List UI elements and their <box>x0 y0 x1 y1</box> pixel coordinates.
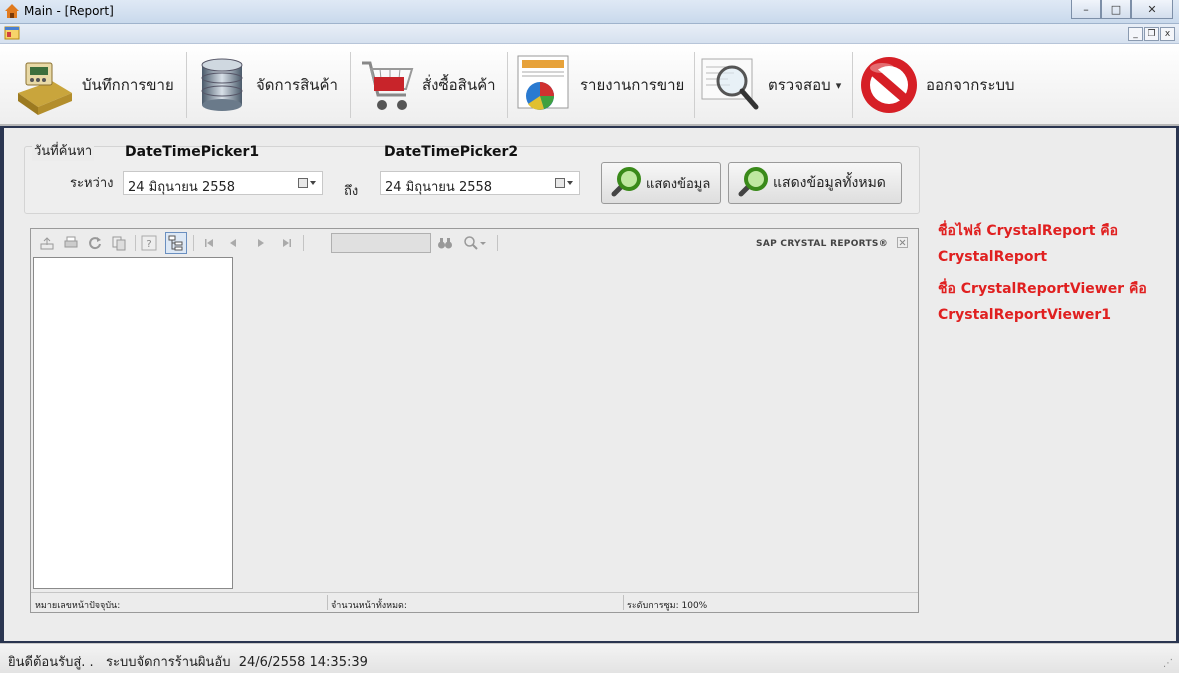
mdi-minimize-button[interactable]: _ <box>1128 27 1143 41</box>
no-entry-icon <box>861 57 917 113</box>
picker2-caption: DateTimePicker2 <box>384 144 519 160</box>
show-data-label: แสดงข้อมูล <box>646 176 711 192</box>
toolbar-divider <box>694 52 695 118</box>
toolbar-label: บันทึกการขาย <box>82 76 174 94</box>
between-label: ระหว่าง <box>70 176 114 191</box>
group-tree-toggle-icon[interactable] <box>165 232 187 254</box>
minimize-button[interactable]: – <box>1071 0 1101 19</box>
report-chart-icon <box>517 55 569 110</box>
app-statusbar: ยินดีต้อนรับสู่. . ระบบจัดการร้านผินอับ … <box>0 643 1179 673</box>
picker1-caption: DateTimePicker1 <box>125 144 260 160</box>
form-icon <box>4 26 20 40</box>
magnifier-document-icon <box>701 58 759 110</box>
toolbar-label: รายงานการขาย <box>580 76 685 94</box>
window-title: Main - [Report] <box>24 4 114 18</box>
viewer-toolbar: ? SAP CRYSTAL REPORTS® <box>31 229 918 257</box>
current-page-label: หมายเลขหน้าปัจจุบัน: <box>35 601 121 611</box>
toolbar-divider <box>507 52 508 118</box>
viewer-statusbar: หมายเลขหน้าปัจจุบัน: จำนวนหน้าทั้งหมด: ร… <box>31 592 918 612</box>
toolbar-sales-entry[interactable]: บันทึกการขาย <box>12 50 174 120</box>
toolbar-divider <box>350 52 351 118</box>
toolbar-order-products[interactable]: สั่งซื้อสินค้า <box>358 50 496 120</box>
house-icon <box>5 4 19 18</box>
total-pages-label: จำนวนหน้าทั้งหมด: <box>331 601 407 611</box>
toolbar-divider <box>852 52 853 118</box>
next-page-icon[interactable] <box>253 235 269 251</box>
toolbar-label: สั่งซื้อสินค้า <box>422 76 496 94</box>
binoculars-icon[interactable] <box>437 235 453 251</box>
toolbar-divider <box>186 52 187 118</box>
toolbar-divider <box>497 235 498 251</box>
window-titlebar: Main - [Report] – □ ✕ <box>0 0 1179 24</box>
note-line-4: CrystalReportViewer1 <box>938 307 1112 323</box>
close-icon[interactable] <box>897 237 908 248</box>
toolbar-sales-report[interactable]: รายงานการขาย <box>514 50 684 120</box>
toolbar-label: ออกจากระบบ <box>926 76 1015 94</box>
end-date-picker[interactable]: 24 มิถุนายน 2558 <box>380 171 580 195</box>
cash-register-icon <box>18 62 72 115</box>
toolbar-logout[interactable]: ออกจากระบบ <box>858 50 1015 120</box>
mdi-restore-button[interactable]: ❐ <box>1144 27 1159 41</box>
svg-text:?: ? <box>146 239 151 250</box>
show-all-data-button[interactable]: แสดงข้อมูลทั้งหมด <box>728 162 902 204</box>
calendar-dropdown-icon[interactable] <box>555 178 573 189</box>
note-line-1: ชื่อไฟล์ CrystalReport คือ <box>938 223 1119 239</box>
toolbar-divider <box>193 235 194 251</box>
zoom-icon[interactable] <box>463 235 479 251</box>
report-form: วันที่ค้นหา DateTimePicker1 DateTimePick… <box>4 128 1176 641</box>
end-date-value: 24 มิถุนายน 2558 <box>385 180 493 195</box>
chevron-down-icon: ▾ <box>835 78 842 92</box>
search-group-title: วันที่ค้นหา <box>32 140 95 161</box>
window-controls: – □ ✕ <box>1071 0 1173 20</box>
note-line-2: CrystalReport <box>938 249 1048 265</box>
toolbar-divider <box>135 235 136 251</box>
chevron-down-icon[interactable] <box>479 235 487 251</box>
help-icon[interactable]: ? <box>141 235 157 251</box>
zoom-level-label: ระดับการซูม: 100% <box>627 601 708 611</box>
toolbar-label: จัดการสินค้า <box>256 76 338 94</box>
show-all-data-label: แสดงข้อมูลทั้งหมด <box>773 175 886 191</box>
export-icon[interactable] <box>39 235 55 251</box>
note-line-3: ชื่อ CrystalReportViewer คือ <box>938 281 1147 297</box>
search-icon <box>611 167 641 197</box>
status-divider <box>327 595 328 610</box>
copy-icon[interactable] <box>111 235 127 251</box>
toolbar-manage-products[interactable]: จัดการสินค้า <box>194 50 338 120</box>
toolbar-divider <box>303 235 304 251</box>
group-tree-pane[interactable] <box>33 257 233 589</box>
to-label: ถึง <box>344 184 359 199</box>
toolbar-label: ตรวจสอบ <box>768 76 831 94</box>
close-button[interactable]: ✕ <box>1131 0 1173 19</box>
resize-grip-icon[interactable]: ⋰ <box>1163 658 1173 669</box>
start-date-value: 24 มิถุนายน 2558 <box>128 180 236 195</box>
sap-crystal-logo: SAP CRYSTAL REPORTS® <box>756 239 888 249</box>
search-icon <box>738 167 768 197</box>
mdi-menubar: _ ❐ x <box>0 24 1179 44</box>
database-icon <box>201 58 243 111</box>
last-page-icon[interactable] <box>279 235 295 251</box>
calendar-dropdown-icon[interactable] <box>298 178 316 189</box>
shopping-cart-icon <box>362 61 414 110</box>
report-page-area[interactable] <box>235 257 918 589</box>
status-divider <box>623 595 624 610</box>
mdi-close-button[interactable]: x <box>1160 27 1175 41</box>
print-icon[interactable] <box>63 235 79 251</box>
show-data-button[interactable]: แสดงข้อมูล <box>601 162 721 204</box>
maximize-button[interactable]: □ <box>1101 0 1131 19</box>
first-page-icon[interactable] <box>201 235 217 251</box>
goto-page-input[interactable] <box>331 233 431 253</box>
main-toolbar: บันทึกการขาย จัดการสินค้า สั่งซื้อสินค้า <box>0 44 1179 126</box>
crystal-report-viewer: ? SAP CRYSTAL REPORTS® หมายเลขหน้าปัจจุบ… <box>30 228 919 613</box>
refresh-icon[interactable] <box>87 235 103 251</box>
previous-page-icon[interactable] <box>225 235 241 251</box>
start-date-picker[interactable]: 24 มิถุนายน 2558 <box>123 171 323 195</box>
toolbar-inspect-dropdown[interactable]: ตรวจสอบ ▾ <box>700 50 841 120</box>
status-text: ยินดีต้อนรับสู่. . ระบบจัดการร้านผินอับ … <box>8 655 368 670</box>
